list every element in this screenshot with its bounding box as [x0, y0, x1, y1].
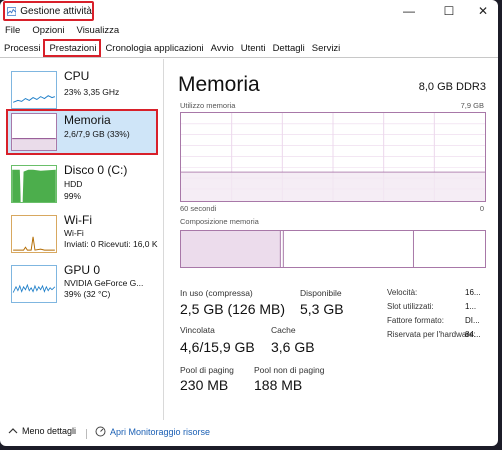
memory-composition-bar: [180, 230, 486, 268]
resource-gpu-model: NVIDIA GeForce G...: [64, 278, 144, 288]
resource-wifi-traffic: Inviati: 0 Ricevuti: 16,0 K: [64, 239, 158, 249]
maximize-button[interactable]: ☐: [432, 2, 466, 20]
kv-form-factor-label: Fattore formato:: [387, 316, 444, 325]
resource-gpu[interactable]: GPU 0 NVIDIA GeForce G... 39% (32 °C): [6, 261, 158, 307]
kv-reserved-value: 84...: [465, 330, 481, 339]
kv-speed-value: 16...: [465, 288, 481, 297]
tab-performance[interactable]: Prestazioni: [43, 39, 102, 57]
usage-max: 7,9 GB: [460, 101, 484, 110]
tab-bar: Processi Prestazioni Cronologia applicaz…: [0, 39, 498, 58]
graph-time-right: 0: [479, 204, 484, 213]
less-details-label: Meno dettagli: [22, 426, 77, 436]
minimize-icon: —: [403, 4, 415, 18]
wifi-thumbnail: [11, 215, 57, 253]
resource-wifi-name: Wi-Fi: [64, 213, 92, 227]
tab-startup[interactable]: Avvio: [207, 40, 237, 58]
stat-paged-pool-label: Pool di paging: [180, 365, 234, 375]
stat-paged-pool-value: 230 MB: [180, 377, 229, 393]
less-details-button[interactable]: Meno dettagli: [8, 426, 76, 436]
resource-disk-type: HDD: [64, 179, 83, 189]
composition-label: Composizione memoria: [180, 217, 259, 226]
tab-app-history[interactable]: Cronologia applicazioni: [101, 40, 206, 58]
stat-in-use-value: 2,5 GB (126 MB): [180, 301, 286, 317]
resource-list: CPU 23% 3,35 GHz Memoria 2,6/7,9 GB (33%…: [0, 59, 164, 420]
stat-committed-value: 4,6/15,9 GB: [180, 339, 255, 355]
close-icon: ✕: [477, 4, 489, 18]
footer-bar: Meno dettagli Apri Monitoraggio risorse: [0, 420, 498, 446]
resource-memory[interactable]: Memoria 2,6/7,9 GB (33%): [6, 109, 158, 155]
tab-details[interactable]: Dettagli: [269, 40, 308, 58]
close-button[interactable]: ✕: [466, 2, 498, 20]
task-manager-window: Gestione attività — ☐ ✕ File Opzioni Vis…: [0, 0, 498, 446]
cpu-thumbnail: [11, 71, 57, 109]
stat-available-label: Disponibile: [300, 288, 342, 298]
maximize-icon: ☐: [443, 4, 455, 18]
resource-disk-usage: 99%: [64, 191, 82, 201]
resource-disk[interactable]: Disco 0 (C:) HDD 99%: [6, 161, 158, 207]
menu-view[interactable]: Visualizza: [77, 25, 120, 40]
memory-usage-graph: [180, 112, 486, 202]
kv-form-factor-value: DI...: [465, 316, 480, 325]
stat-committed-label: Vincolata: [180, 325, 215, 335]
resource-disk-name: Disco 0 (C:): [64, 163, 128, 177]
menu-file[interactable]: File: [5, 25, 20, 40]
title-bar: Gestione attività — ☐ ✕: [0, 0, 498, 24]
resource-cpu[interactable]: CPU 23% 3,35 GHz: [6, 67, 158, 113]
memory-detail-pane: Memoria 8,0 GB DDR3 Utilizzo memoria 7,9…: [170, 59, 498, 420]
resource-memory-name: Memoria: [64, 113, 111, 127]
graph-time-left: 60 secondi: [180, 204, 217, 213]
open-resource-monitor-label: Apri Monitoraggio risorse: [110, 426, 211, 437]
stat-nonpaged-pool-label: Pool non di paging: [254, 365, 325, 375]
gpu-thumbnail: [11, 265, 57, 303]
stat-cache-value: 3,6 GB: [271, 339, 315, 355]
resource-gpu-usage: 39% (32 °C): [64, 289, 111, 299]
kv-reserved-label: Riservata per l'hardware:: [387, 330, 476, 339]
stat-available-value: 5,3 GB: [300, 301, 344, 317]
tab-services[interactable]: Servizi: [308, 40, 344, 58]
stat-cache-label: Cache: [271, 325, 296, 335]
title-box: Gestione attività: [3, 1, 94, 21]
stat-nonpaged-pool-value: 188 MB: [254, 377, 303, 393]
minimize-button[interactable]: —: [392, 2, 426, 20]
resource-cpu-name: CPU: [64, 69, 90, 83]
footer-separator: [86, 429, 87, 439]
chevron-up-icon: [8, 428, 18, 434]
menu-bar: File Opzioni Visualizza: [0, 25, 119, 40]
memory-thumbnail: [11, 113, 57, 151]
resource-wifi-adapter: Wi-Fi: [64, 228, 84, 238]
kv-slots-label: Slot utilizzati:: [387, 302, 434, 311]
resource-monitor-icon: [95, 426, 106, 437]
resource-wifi[interactable]: Wi-Fi Wi-Fi Inviati: 0 Ricevuti: 16,0 K: [6, 211, 158, 257]
menu-options[interactable]: Opzioni: [32, 25, 64, 40]
disk-thumbnail: [11, 165, 57, 203]
resource-gpu-name: GPU 0: [64, 263, 101, 277]
kv-slots-value: 1...: [465, 302, 477, 311]
usage-label: Utilizzo memoria: [180, 101, 236, 110]
resource-memory-detail: 2,6/7,9 GB (33%): [64, 129, 130, 139]
detail-title: Memoria: [178, 73, 260, 96]
memory-capacity: 8,0 GB DDR3: [418, 81, 486, 93]
tab-users[interactable]: Utenti: [237, 40, 269, 58]
open-resource-monitor-link[interactable]: Apri Monitoraggio risorse: [95, 426, 210, 437]
stat-in-use-label: In uso (compressa): [180, 288, 253, 298]
task-manager-icon: [7, 6, 17, 16]
tab-processes[interactable]: Processi: [0, 40, 43, 58]
kv-speed-label: Velocità:: [387, 288, 418, 297]
window-title: Gestione attività: [20, 5, 92, 17]
resource-cpu-detail: 23% 3,35 GHz: [64, 87, 120, 97]
